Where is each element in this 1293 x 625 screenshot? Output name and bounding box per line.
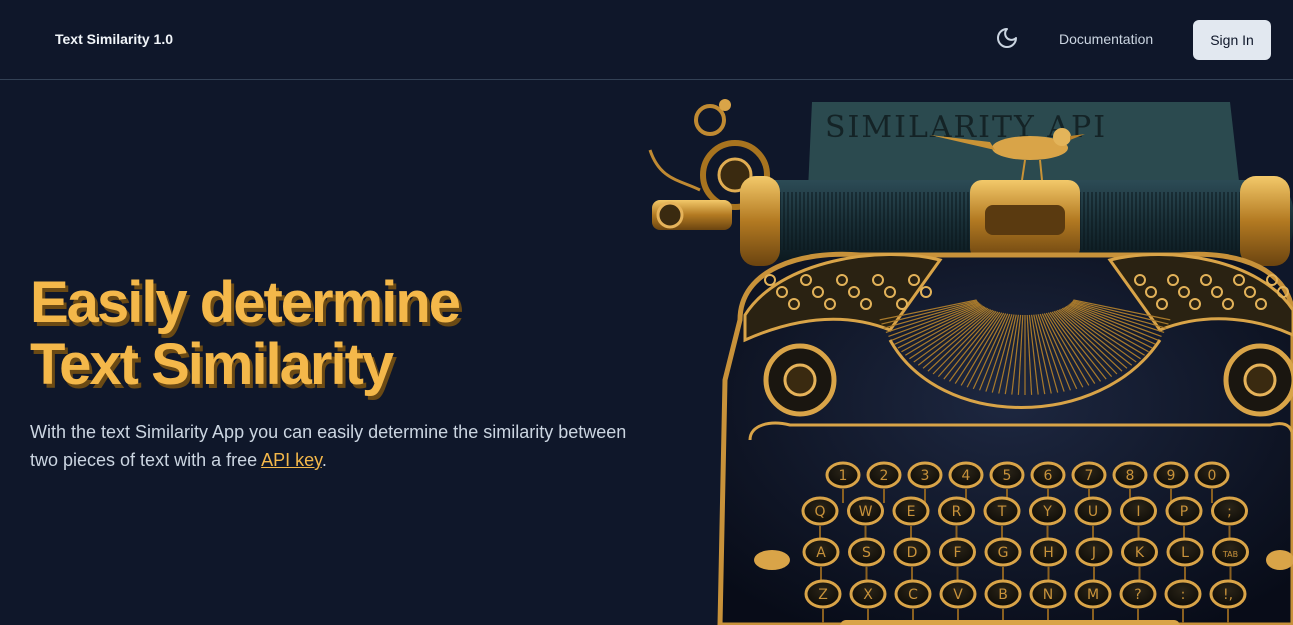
svg-text:I: I (1136, 504, 1140, 520)
brand-link[interactable]: Text Similarity 1.0 (55, 31, 173, 47)
sign-in-button[interactable]: Sign In (1193, 20, 1271, 60)
svg-text:P: P (1180, 504, 1188, 520)
api-key-link[interactable]: API key (261, 450, 322, 470)
svg-text:Z: Z (818, 587, 828, 603)
svg-text:B: B (998, 587, 1008, 603)
svg-text:G: G (998, 545, 1009, 561)
svg-text:W: W (859, 504, 873, 520)
typewriter-image: SIMILARITY API 1 2 3 4 5 6 7 8 9 0 Q W E… (640, 80, 1293, 625)
svg-text:R: R (952, 504, 962, 520)
svg-text:D: D (907, 545, 918, 561)
svg-text:J: J (1091, 545, 1096, 561)
svg-text:F: F (953, 545, 961, 561)
svg-text:Q: Q (814, 504, 825, 520)
svg-text:8: 8 (1126, 468, 1135, 484)
svg-text:TAB: TAB (1222, 550, 1238, 559)
svg-text:C: C (908, 587, 918, 603)
svg-text:6: 6 (1044, 468, 1053, 484)
svg-text:L: L (1181, 545, 1189, 561)
svg-text:2: 2 (880, 468, 889, 484)
typewriter-body (717, 251, 1293, 625)
svg-text:4: 4 (962, 468, 971, 484)
documentation-link[interactable]: Documentation (1059, 31, 1153, 47)
svg-text:K: K (1135, 545, 1145, 561)
svg-text:E: E (907, 504, 916, 520)
hero-title: Easily determine Text Similarity (30, 272, 590, 396)
svg-text:Y: Y (1042, 504, 1052, 520)
svg-text::: : (1181, 587, 1186, 603)
svg-text:0: 0 (1208, 468, 1217, 484)
hero-description-suffix: . (321, 450, 327, 470)
svg-text:H: H (1043, 545, 1054, 561)
svg-text:;: ; (1227, 504, 1232, 520)
svg-text:1: 1 (839, 468, 848, 484)
svg-text:X: X (863, 587, 873, 603)
hero-title-line-2: Text Similarity (30, 332, 394, 397)
svg-text:3: 3 (921, 468, 930, 484)
svg-text:M: M (1087, 587, 1099, 603)
svg-text:T: T (997, 504, 1007, 520)
svg-text:9: 9 (1167, 468, 1176, 484)
navbar: Text Similarity 1.0 Documentation Sign I… (0, 0, 1293, 80)
moon-icon (997, 28, 1017, 48)
svg-text:V: V (953, 587, 963, 603)
svg-text:A: A (816, 545, 826, 561)
svg-text:U: U (1088, 504, 1098, 520)
theme-toggle-button[interactable] (993, 24, 1021, 52)
hero-description: With the text Similarity App you can eas… (30, 418, 630, 474)
svg-text:!,: !, (1223, 587, 1233, 603)
svg-text:N: N (1043, 587, 1053, 603)
svg-text:?: ? (1134, 587, 1141, 603)
hero-title-line-1: Easily determine (30, 270, 461, 335)
svg-text:5: 5 (1003, 468, 1012, 484)
svg-text:7: 7 (1085, 468, 1094, 484)
hero-description-text: With the text Similarity App you can eas… (30, 422, 627, 470)
svg-text:S: S (862, 545, 871, 561)
